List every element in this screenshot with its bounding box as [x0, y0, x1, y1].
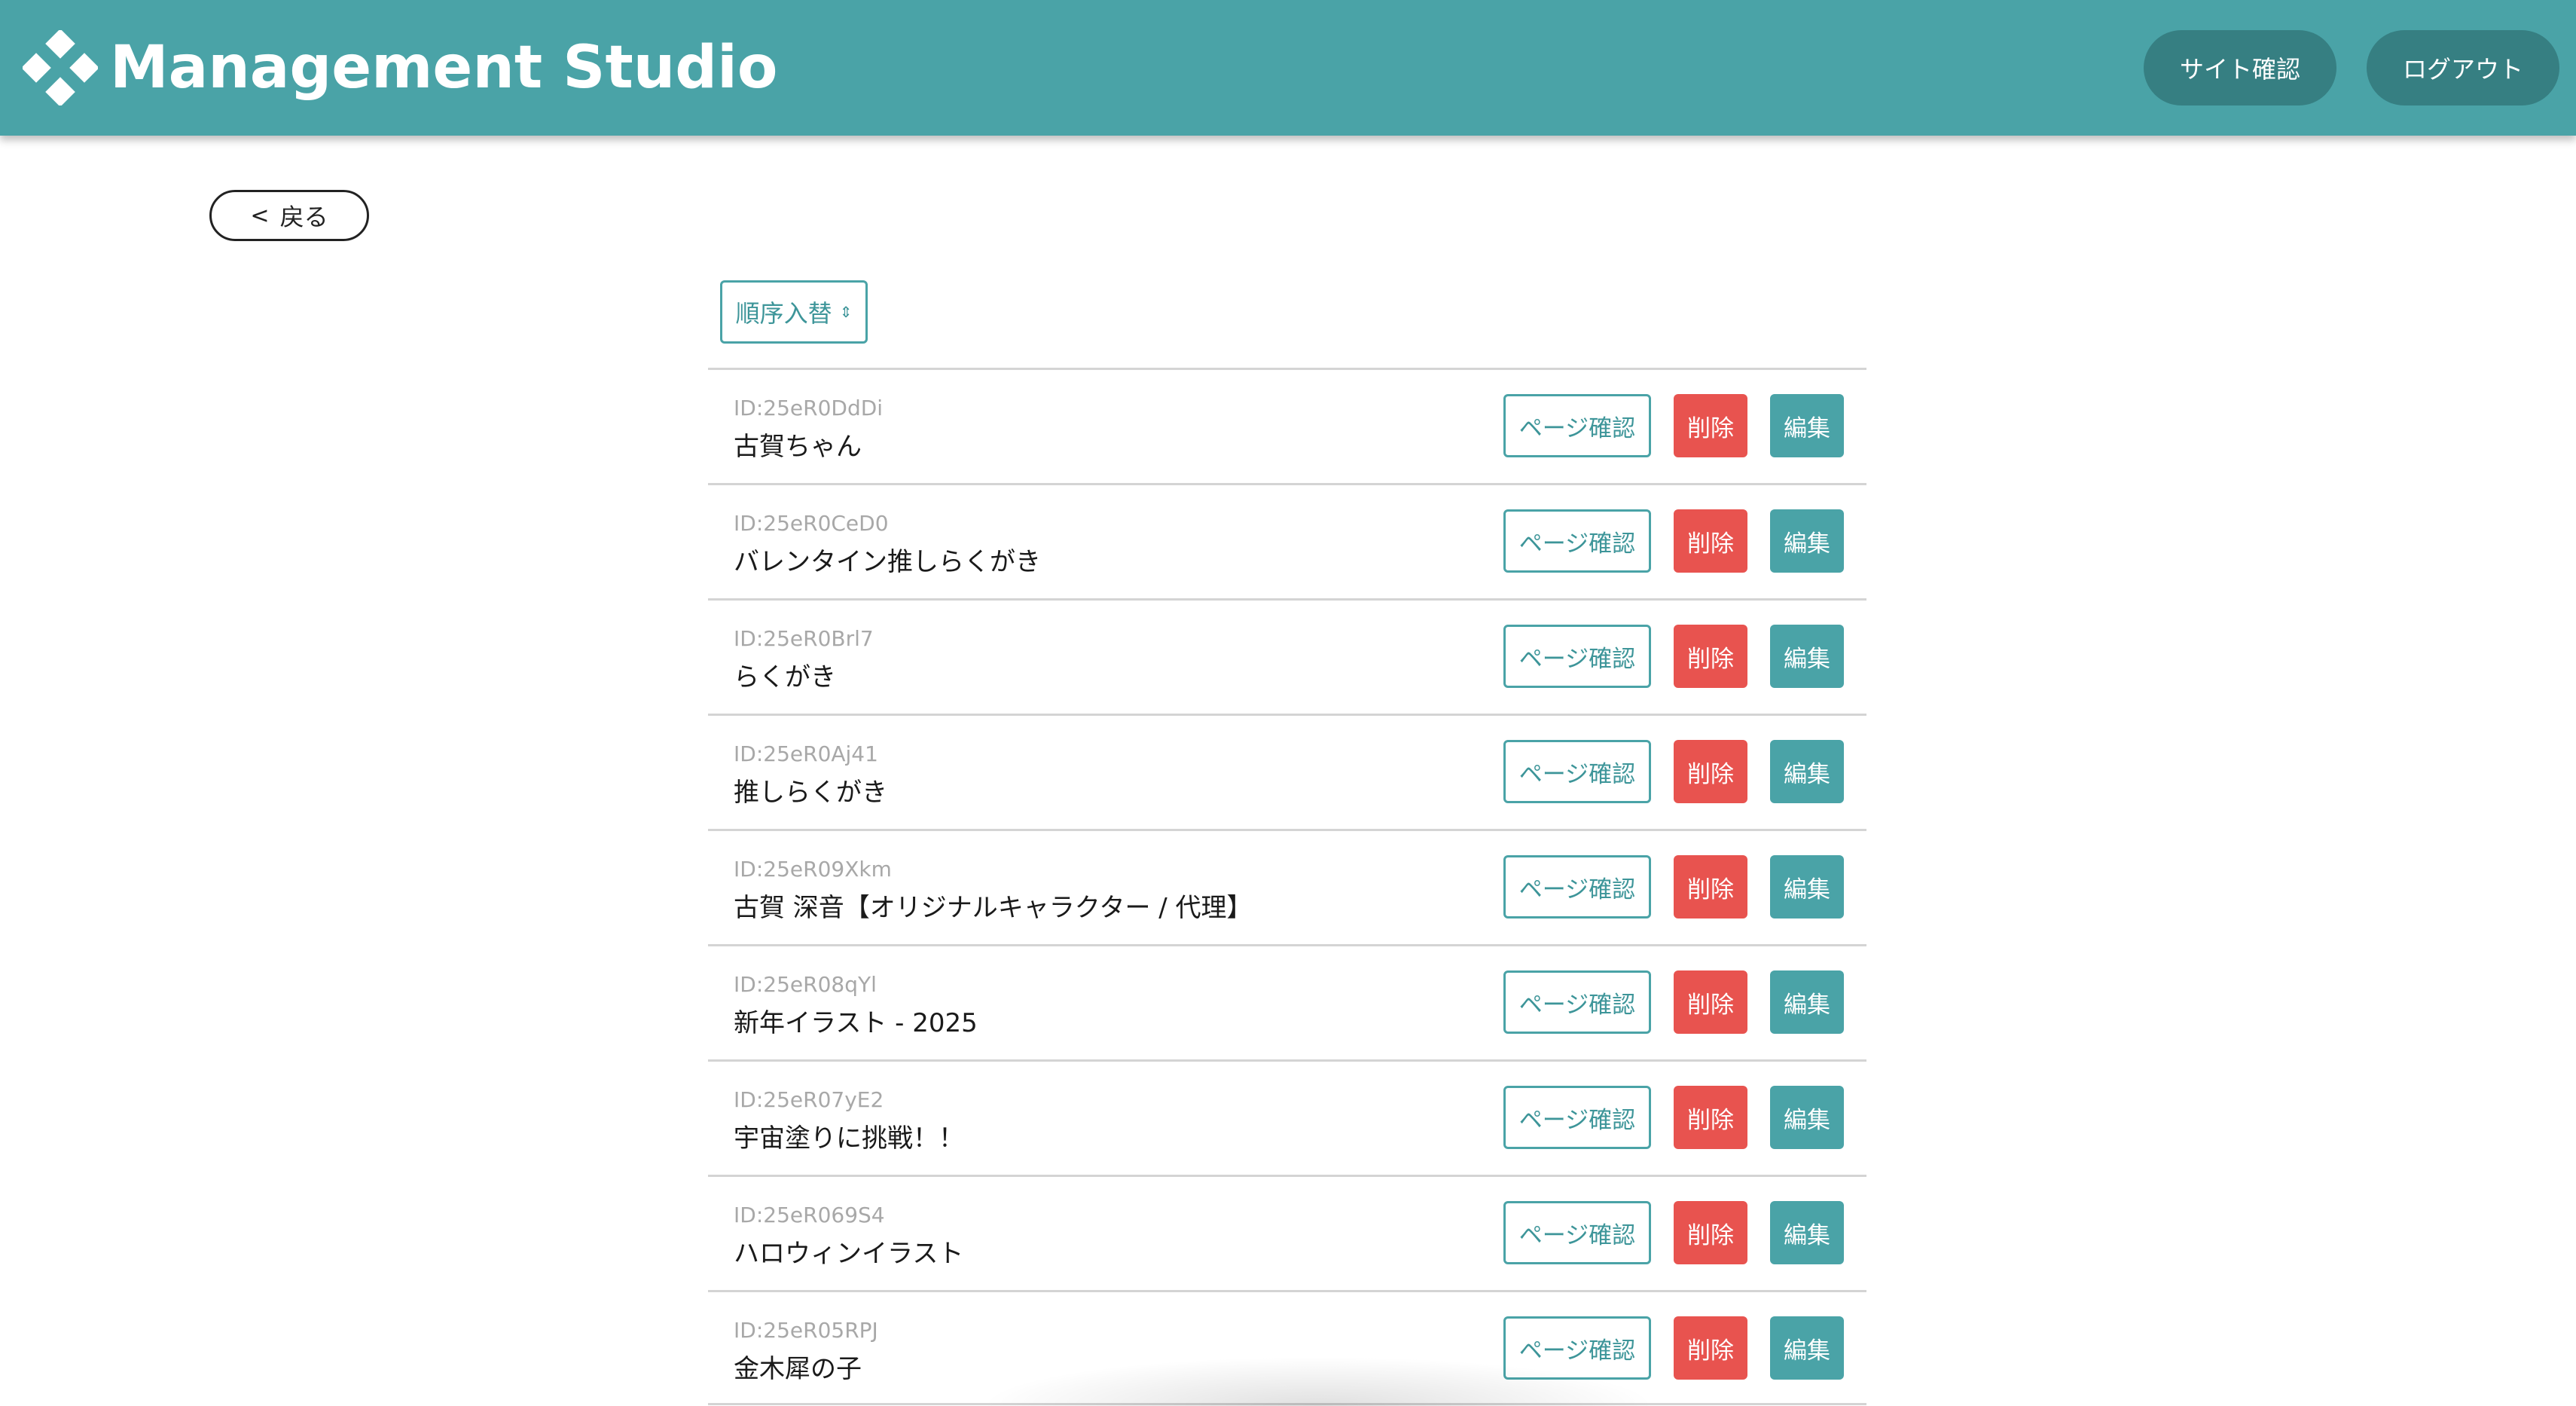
edit-button[interactable]: 編集 [1770, 740, 1844, 803]
up-down-arrows-icon: ⇕ [839, 303, 853, 321]
edit-button[interactable]: 編集 [1770, 625, 1844, 688]
item-title: らくがき [734, 662, 836, 692]
list-item: ID:25eR09Xkm 古賀 深音【オリジナルキャラクター / 代理】 ページ… [708, 829, 1866, 944]
delete-button[interactable]: 削除 [1674, 394, 1747, 457]
item-title: 古賀 深音【オリジナルキャラクター / 代理】 [734, 893, 1253, 923]
item-id: ID:25eR069S4 [734, 1203, 885, 1227]
item-title: 古賀ちゃん [734, 432, 862, 462]
item-id: ID:25eR0Aj41 [734, 741, 878, 766]
delete-button[interactable]: 削除 [1674, 970, 1747, 1034]
page-preview-button[interactable]: ページ確認 [1503, 740, 1651, 803]
app-header: Management Studio サイト確認 ログアウト [0, 0, 2576, 136]
item-title: 新年イラスト - 2025 [734, 1008, 978, 1038]
edit-button[interactable]: 編集 [1770, 509, 1844, 573]
diamond-cluster-logo-icon [23, 30, 98, 105]
item-title: ハロウィンイラスト [734, 1239, 964, 1269]
list-item: ID:25eR069S4 ハロウィンイラスト ページ確認 削除 編集 [708, 1175, 1866, 1290]
page-preview-button[interactable]: ページ確認 [1503, 1086, 1651, 1149]
list-item: ID:25eR0Aj41 推しらくがき ページ確認 削除 編集 [708, 714, 1866, 829]
list-item: ID:25eR0Brl7 らくがき ページ確認 削除 編集 [708, 598, 1866, 714]
list-item: ID:25eR0DdDi 古賀ちゃん ページ確認 削除 編集 [708, 368, 1866, 483]
back-button-label: 戻る [279, 203, 328, 231]
edit-button[interactable]: 編集 [1770, 394, 1844, 457]
delete-button[interactable]: 削除 [1674, 509, 1747, 573]
item-id: ID:25eR09Xkm [734, 857, 892, 882]
item-title: 推しらくがき [734, 778, 887, 808]
item-id: ID:25eR0CeD0 [734, 511, 889, 536]
edit-button[interactable]: 編集 [1770, 1086, 1844, 1149]
list-item: ID:25eR05RPJ 金木犀の子 ページ確認 削除 編集 [708, 1290, 1866, 1405]
item-id: ID:25eR0Brl7 [734, 626, 874, 651]
page-preview-button[interactable]: ページ確認 [1503, 1316, 1651, 1380]
page-preview-button[interactable]: ページ確認 [1503, 1201, 1651, 1264]
reorder-button-label: 順序入替 [735, 299, 832, 328]
item-title: 宇宙塗りに挑戦！！ [734, 1123, 964, 1154]
item-id: ID:25eR08qYl [734, 972, 877, 997]
delete-button[interactable]: 削除 [1674, 1316, 1747, 1380]
item-id: ID:25eR0DdDi [734, 396, 884, 420]
delete-button[interactable]: 削除 [1674, 1086, 1747, 1149]
edit-button[interactable]: 編集 [1770, 970, 1844, 1034]
item-id: ID:25eR07yE2 [734, 1087, 884, 1112]
item-title: 金木犀の子 [734, 1354, 862, 1384]
page-preview-button[interactable]: ページ確認 [1503, 394, 1651, 457]
page-preview-button[interactable]: ページ確認 [1503, 625, 1651, 688]
delete-button[interactable]: 削除 [1674, 740, 1747, 803]
page-preview-button[interactable]: ページ確認 [1503, 970, 1651, 1034]
work-list: ID:25eR0DdDi 古賀ちゃん ページ確認 削除 編集 ID:25eR0C… [708, 368, 1866, 1405]
page-preview-button[interactable]: ページ確認 [1503, 509, 1651, 573]
delete-button[interactable]: 削除 [1674, 1201, 1747, 1264]
list-item: ID:25eR08qYl 新年イラスト - 2025 ページ確認 削除 編集 [708, 944, 1866, 1059]
edit-button[interactable]: 編集 [1770, 1201, 1844, 1264]
page-preview-button[interactable]: ページ確認 [1503, 855, 1651, 918]
app-title: Management Studio [110, 34, 778, 102]
logout-button[interactable]: ログアウト [2367, 30, 2559, 105]
item-id: ID:25eR05RPJ [734, 1318, 878, 1343]
edit-button[interactable]: 編集 [1770, 855, 1844, 918]
item-title: バレンタイン推しらくがき [734, 547, 1041, 577]
list-item: ID:25eR0CeD0 バレンタイン推しらくがき ページ確認 削除 編集 [708, 483, 1866, 598]
edit-button[interactable]: 編集 [1770, 1316, 1844, 1380]
site-check-button[interactable]: サイト確認 [2144, 30, 2336, 105]
list-item: ID:25eR07yE2 宇宙塗りに挑戦！！ ページ確認 削除 編集 [708, 1059, 1866, 1175]
chevron-left-icon: < [250, 202, 270, 229]
delete-button[interactable]: 削除 [1674, 855, 1747, 918]
reorder-button[interactable]: 順序入替 ⇕ [720, 280, 868, 344]
delete-button[interactable]: 削除 [1674, 625, 1747, 688]
back-button[interactable]: < 戻る [209, 190, 369, 241]
